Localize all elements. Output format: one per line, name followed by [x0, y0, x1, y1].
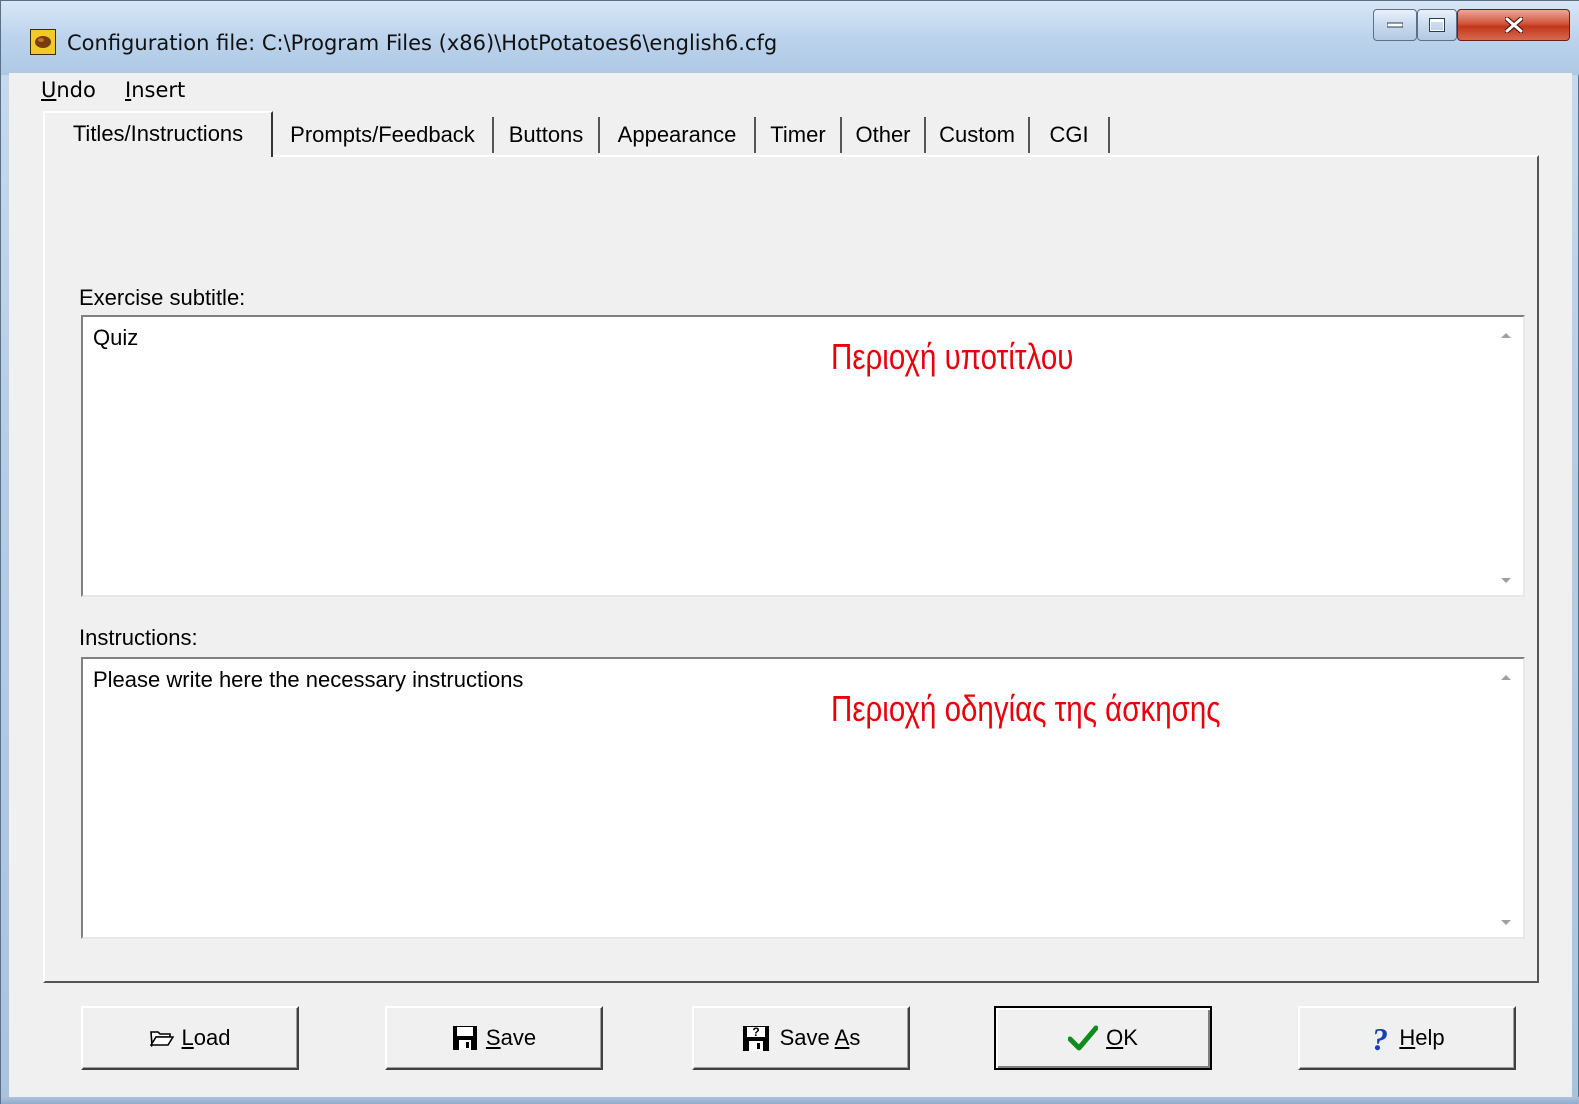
minimize-button[interactable]: [1373, 9, 1417, 41]
tab-cgi[interactable]: CGI: [1030, 117, 1110, 153]
scroll-down-arrow-icon[interactable]: [1501, 920, 1511, 925]
close-button[interactable]: [1457, 9, 1570, 41]
tab-buttons[interactable]: Buttons: [494, 117, 600, 153]
maximize-icon: [1429, 18, 1445, 32]
floppy-disk-icon: [452, 1025, 478, 1051]
save-as-button[interactable]: ? Save As: [692, 1006, 910, 1070]
tab-prompts-feedback[interactable]: Prompts/Feedback: [273, 117, 494, 153]
subtitle-scrollbar[interactable]: [1487, 317, 1523, 595]
scroll-down-arrow-icon[interactable]: [1501, 578, 1511, 583]
instructions-label: Instructions:: [79, 625, 198, 650]
folder-open-icon: [149, 1029, 174, 1048]
subtitle-area-annotation: Περιοχή υποτίτλου: [831, 336, 1074, 377]
checkmark-icon: [1067, 1025, 1099, 1051]
window-controls: [1373, 9, 1574, 43]
tab-appearance[interactable]: Appearance: [600, 117, 756, 153]
instructions-textarea[interactable]: Please write here the necessary instruct…: [81, 657, 1525, 939]
minimize-icon: [1387, 22, 1403, 28]
client-area: Undo Insert Exercise subtitle: Quiz Inst…: [9, 73, 1572, 1097]
menu-bar: Undo Insert: [9, 73, 1572, 107]
tab-panel-titles-instructions: Exercise subtitle: Quiz Instructions: Pl…: [43, 155, 1539, 983]
instructions-area-annotation: Περιοχή οδηγίας της άσκησης: [831, 688, 1221, 729]
instructions-value: Please write here the necessary instruct…: [93, 667, 524, 692]
menu-undo[interactable]: Undo: [39, 77, 98, 103]
tab-strip: Titles/Instructions Prompts/Feedback But…: [43, 111, 1573, 157]
question-mark-icon: ?: [1369, 1021, 1391, 1057]
exercise-subtitle-label: Exercise subtitle:: [79, 285, 246, 310]
maximize-button[interactable]: [1417, 9, 1457, 41]
load-button[interactable]: Load: [81, 1006, 299, 1070]
tab-titles-instructions[interactable]: Titles/Instructions: [43, 111, 273, 157]
help-button[interactable]: ? Help: [1298, 1006, 1516, 1070]
config-window: Configuration file: C:\Program Files (x8…: [0, 0, 1579, 1104]
instructions-scrollbar[interactable]: [1487, 659, 1523, 937]
svg-text:?: ?: [752, 1025, 759, 1039]
exercise-subtitle-value: Quiz: [93, 325, 139, 350]
exercise-subtitle-textarea[interactable]: Quiz: [81, 315, 1525, 597]
scroll-up-arrow-icon[interactable]: [1501, 675, 1511, 680]
svg-text:?: ?: [1372, 1023, 1388, 1053]
title-bar[interactable]: Configuration file: C:\Program Files (x8…: [1, 1, 1579, 75]
tab-custom[interactable]: Custom: [926, 117, 1030, 153]
save-as-icon: ?: [742, 1024, 772, 1052]
window-title: Configuration file: C:\Program Files (x8…: [67, 31, 778, 55]
scroll-up-arrow-icon[interactable]: [1501, 333, 1511, 338]
save-button[interactable]: Save: [385, 1006, 603, 1070]
tab-other[interactable]: Other: [842, 117, 926, 153]
tab-timer[interactable]: Timer: [756, 117, 842, 153]
menu-insert[interactable]: Insert: [123, 77, 187, 103]
window-bottom-border: [1, 1097, 1579, 1104]
hot-potatoes-app-icon[interactable]: [30, 29, 56, 55]
close-icon: [1504, 17, 1523, 33]
ok-button[interactable]: OK: [994, 1006, 1212, 1070]
